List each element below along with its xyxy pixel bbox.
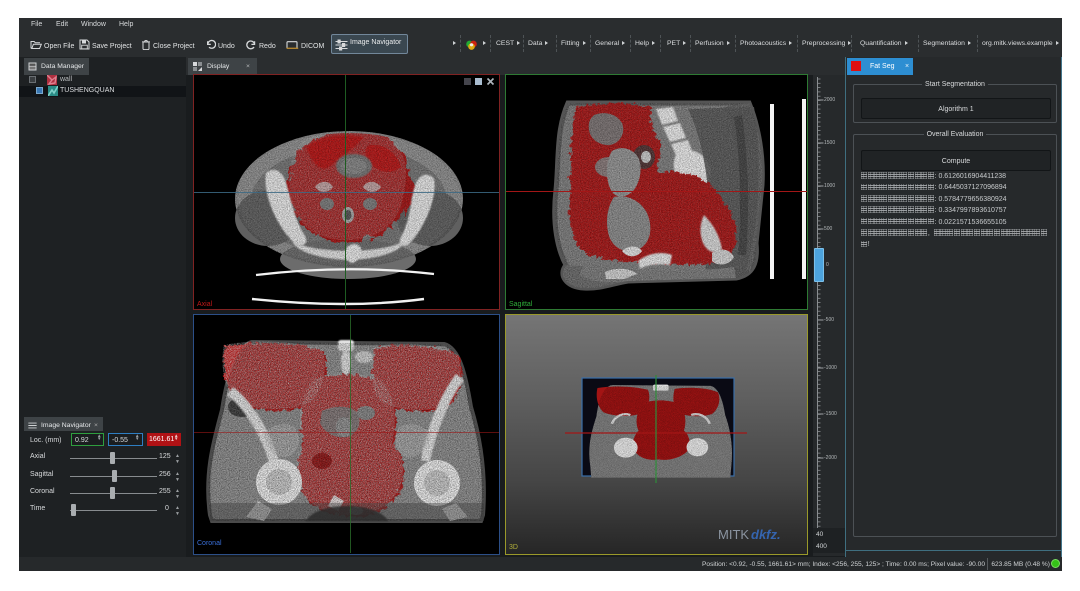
svg-text:Sagittal: Sagittal bbox=[509, 301, 533, 308]
svg-text:dkfz.: dkfz. bbox=[751, 527, 781, 542]
svg-text:MITK: MITK bbox=[718, 527, 749, 542]
svg-text:Axial: Axial bbox=[197, 301, 213, 308]
svg-text:Coronal: Coronal bbox=[197, 540, 222, 547]
svg-text:3D: 3D bbox=[509, 544, 518, 551]
